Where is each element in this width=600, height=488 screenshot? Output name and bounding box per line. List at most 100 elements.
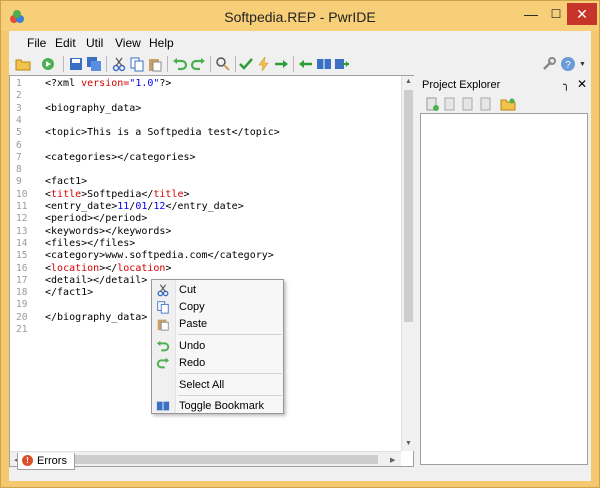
- paste-icon: [157, 319, 169, 331]
- help-icon[interactable]: ?: [560, 56, 576, 72]
- code-line: <?xml version="1.0"?>: [45, 78, 172, 89]
- redo-icon[interactable]: [190, 56, 206, 72]
- context-separator: [178, 395, 282, 396]
- code-line: <files></files>: [45, 237, 136, 249]
- line-number: 3: [16, 102, 22, 114]
- toolbar-overflow-icon[interactable]: ▼: [579, 61, 586, 68]
- line-number: 11: [16, 201, 28, 212]
- menu-edit[interactable]: Edit: [55, 36, 76, 50]
- menu-file[interactable]: File: [27, 36, 46, 50]
- project-explorer: Project Explorer ╮ ✕: [418, 75, 591, 467]
- line-number: 2: [16, 90, 22, 102]
- context-redo-label: Redo: [179, 357, 206, 369]
- check-icon[interactable]: [238, 56, 254, 72]
- code-line: <fact1>: [45, 176, 88, 188]
- line-number: 14: [16, 237, 28, 249]
- code-line: <location></location>: [45, 262, 172, 274]
- minimize-button[interactable]: —: [517, 3, 545, 25]
- code-line: <topic>This is a Softpedia test</topic>: [45, 127, 280, 139]
- context-separator: [178, 334, 282, 335]
- line-number: 17: [16, 274, 28, 286]
- code-line: <keywords></keywords>: [45, 225, 172, 237]
- toolbar: ? ▼: [9, 53, 591, 75]
- open-folder-icon[interactable]: [15, 56, 31, 72]
- line-number: 12: [16, 213, 28, 225]
- copy-icon[interactable]: [129, 56, 145, 72]
- line-number: 19: [16, 299, 28, 311]
- context-separator: [178, 373, 282, 374]
- svg-text:?: ?: [565, 60, 571, 71]
- title-bar: Softpedia.REP - PwrIDE — ☐ ✕: [1, 1, 599, 31]
- errors-tab-label: Errors: [37, 455, 67, 467]
- cut-icon[interactable]: [111, 56, 127, 72]
- undo-icon: [156, 340, 170, 352]
- context-copy[interactable]: Copy: [152, 298, 283, 316]
- save-all-icon[interactable]: [86, 56, 102, 72]
- lightning-icon[interactable]: [256, 56, 272, 72]
- bottom-panel-tabs: ! Errors: [9, 451, 591, 473]
- context-select-all-label: Select All: [179, 379, 225, 391]
- context-paste[interactable]: Paste: [152, 315, 283, 333]
- menu-util[interactable]: Util: [86, 36, 103, 50]
- code-line: <title>Softpedia</title>: [45, 188, 190, 200]
- scroll-up-icon[interactable]: ▲: [405, 78, 412, 85]
- context-cut-label: Cut: [179, 284, 197, 296]
- wrench-icon[interactable]: [541, 56, 557, 72]
- add-file-icon[interactable]: [442, 96, 458, 112]
- paste-icon[interactable]: [147, 56, 163, 72]
- cut-icon: [157, 284, 169, 297]
- maximize-button[interactable]: ☐: [542, 3, 570, 25]
- code-line: <categories></categories>: [45, 151, 196, 163]
- context-toggle-bookmark-label: Toggle Bookmark: [179, 400, 264, 412]
- code-line: </biography_data>: [45, 311, 148, 323]
- context-cut[interactable]: Cut: [152, 281, 283, 299]
- pin-icon[interactable]: ╮: [563, 78, 570, 91]
- errors-tab[interactable]: ! Errors: [17, 453, 75, 470]
- line-number: 20: [16, 311, 28, 323]
- menu-bar: File Edit Util View Help: [9, 33, 591, 53]
- undo-icon[interactable]: [172, 56, 188, 72]
- step-back-icon[interactable]: [298, 56, 314, 72]
- run-icon[interactable]: [40, 56, 56, 72]
- arrow-right-icon[interactable]: [274, 56, 290, 72]
- context-toggle-bookmark[interactable]: Toggle Bookmark: [152, 397, 283, 415]
- code-line: <detail></detail>: [45, 274, 148, 286]
- error-icon: !: [22, 455, 33, 466]
- context-undo[interactable]: Undo: [152, 337, 283, 355]
- line-number-gutter: 1 2 3 4 5 6 7 8 9 10 11 12 13 14 15 16 17 18 19 20 21: [10, 76, 36, 451]
- properties-icon[interactable]: [478, 96, 494, 112]
- context-menu: Cut Copy Paste Undo Redo Select All Togg…: [151, 279, 284, 414]
- redo-icon: [156, 357, 170, 369]
- vertical-scroll-thumb[interactable]: [404, 90, 413, 322]
- context-undo-label: Undo: [179, 340, 206, 352]
- menu-help[interactable]: Help: [149, 36, 174, 50]
- remove-file-icon[interactable]: [460, 96, 476, 112]
- export-icon[interactable]: [334, 56, 350, 72]
- copy-icon: [157, 301, 169, 314]
- client-area: File Edit Util View Help ? ▼ 1 2 3 4 5 6…: [9, 31, 591, 481]
- context-select-all[interactable]: Select All: [152, 376, 283, 394]
- line-number: 5: [16, 127, 22, 139]
- line-number: 1: [16, 78, 22, 89]
- project-explorer-toolbar: [418, 93, 591, 113]
- window-title: Softpedia.REP - PwrIDE: [224, 9, 376, 25]
- line-number: 10: [16, 188, 28, 200]
- new-project-icon[interactable]: [424, 96, 440, 112]
- panel-close-icon[interactable]: ✕: [577, 77, 587, 91]
- book-icon[interactable]: [316, 56, 332, 72]
- context-redo[interactable]: Redo: [152, 354, 283, 372]
- code-line: <period></period>: [45, 213, 148, 225]
- code-line: </fact1>: [45, 287, 94, 299]
- menu-view[interactable]: View: [115, 36, 141, 50]
- scroll-down-icon[interactable]: ▼: [405, 440, 412, 447]
- add-folder-icon[interactable]: [500, 96, 516, 112]
- close-button[interactable]: ✕: [567, 3, 597, 25]
- line-number: 18: [16, 287, 28, 299]
- find-icon[interactable]: [215, 56, 231, 72]
- project-tree[interactable]: [420, 113, 588, 465]
- code-line: <biography_data>: [45, 102, 142, 114]
- save-icon[interactable]: [68, 56, 84, 72]
- vertical-scrollbar[interactable]: ▲ ▼: [401, 76, 414, 451]
- context-copy-label: Copy: [179, 301, 205, 313]
- book-icon: [156, 401, 170, 412]
